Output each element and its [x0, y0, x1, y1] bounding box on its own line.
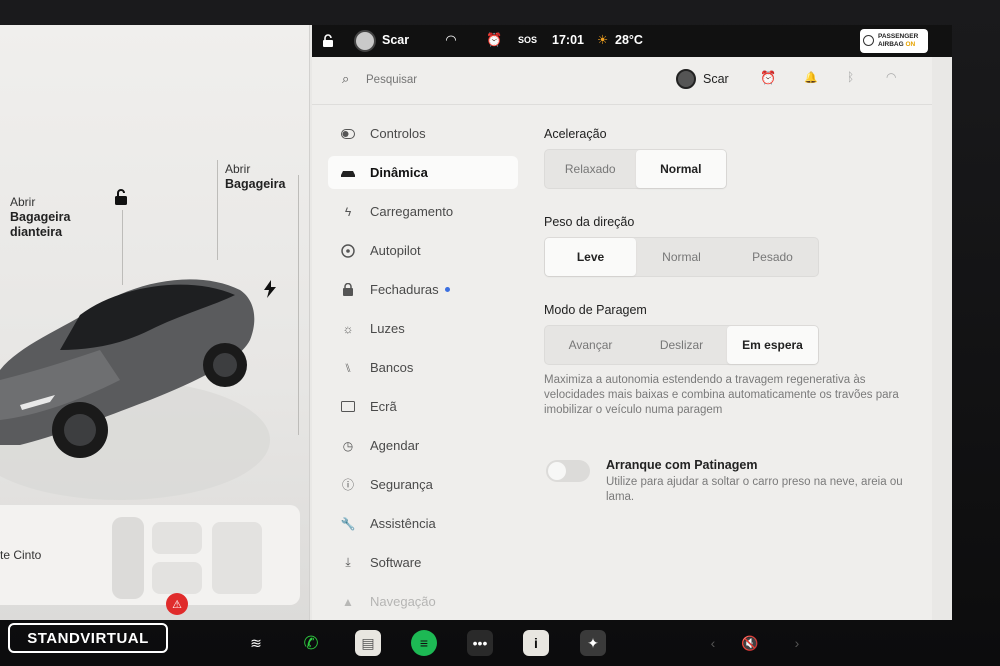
shield-icon: ⓘ: [341, 478, 354, 492]
dynamics-settings: Aceleração Relaxado Normal Peso da direç…: [544, 127, 929, 518]
slip-start-title: Arranque com Patinagem: [606, 458, 758, 472]
wifi-icon: ◠: [446, 32, 456, 47]
notification-dot: [444, 287, 450, 292]
seat-icon: ⑊: [344, 360, 352, 375]
passenger-airbag-indicator: PASSENGER AIRBAG ON: [860, 29, 928, 53]
bell-icon[interactable]: 🔔: [804, 71, 818, 84]
rear-trunk-pointer: [217, 160, 218, 260]
steering-option-leve[interactable]: Leve: [545, 238, 636, 276]
mute-icon[interactable]: 🔇: [737, 630, 763, 656]
search-input[interactable]: [366, 69, 566, 91]
acceleration-selector: Relaxado Normal: [544, 149, 727, 189]
status-bar: Scar ◠ ⏰ SOS 17:01 ☀ 28°C PASSENGER AIRB…: [312, 25, 952, 57]
header-wifi-icon[interactable]: ◠: [886, 70, 896, 84]
menu-item-assistencia[interactable]: 🔧 Assistência: [328, 507, 518, 540]
seatbelt-warning-icon: ⚠: [166, 593, 188, 615]
rear-trunk-label[interactable]: Abrir Bagageira: [225, 162, 285, 192]
menu-item-agendar[interactable]: ◷ Agendar: [328, 429, 518, 462]
steering-option-normal[interactable]: Normal: [636, 238, 727, 276]
menu-item-carregamento[interactable]: ϟ Carregamento: [328, 195, 518, 228]
alarm-icon[interactable]: ⏰: [486, 32, 502, 48]
menu-item-luzes[interactable]: ☼ Luzes: [328, 312, 518, 345]
steering-wheel-icon: [340, 243, 356, 259]
light-icon: ☼: [342, 321, 354, 336]
sun-icon: ☀: [597, 33, 609, 47]
header-alarm-icon[interactable]: ⏰: [760, 70, 776, 86]
car-model-image: [0, 279, 270, 500]
display-icon: [340, 399, 356, 415]
clock-icon: ◷: [342, 438, 354, 453]
wrench-icon: 🔧: [340, 516, 356, 531]
phone-icon[interactable]: ✆: [298, 630, 324, 656]
menu-item-controlos[interactable]: Controlos: [328, 117, 518, 150]
front-trunk-label[interactable]: Abrir Bagageira dianteira: [10, 195, 70, 240]
volume-prev-icon[interactable]: ‹: [700, 630, 726, 656]
rear-defrost-icon[interactable]: ≋: [243, 630, 269, 656]
menu-item-fechaduras[interactable]: Fechaduras: [328, 273, 518, 306]
stopping-option-deslizar[interactable]: Deslizar: [636, 326, 727, 364]
settings-header: ⌕ Scar ⏰ 🔔 ᛒ ◠: [312, 57, 932, 105]
toybox-icon[interactable]: ✦: [580, 630, 606, 656]
spotify-icon[interactable]: ≡: [411, 630, 437, 656]
menu-item-bancos[interactable]: ⑊ Bancos: [328, 351, 518, 384]
menu-item-ecra[interactable]: Ecrã: [328, 390, 518, 423]
clock-time: 17:01: [552, 33, 584, 47]
standvirtual-watermark: STANDVIRTUAL: [8, 623, 168, 653]
notepad-icon[interactable]: ▤: [355, 630, 381, 656]
avatar[interactable]: [354, 30, 376, 52]
seat-occupancy-panel: te Cinto ⚠: [0, 505, 300, 615]
menu-item-software[interactable]: ⤓ Software: [328, 546, 518, 579]
volume-next-icon[interactable]: ›: [784, 630, 810, 656]
lock-icon: [340, 282, 356, 298]
slip-start-description: Utilize para ajudar a soltar o carro pre…: [606, 476, 903, 503]
steering-option-pesado[interactable]: Pesado: [727, 238, 818, 276]
header-avatar[interactable]: [676, 69, 696, 89]
airbag-icon: [863, 35, 874, 46]
sos-badge[interactable]: SOS: [518, 35, 537, 45]
menu-item-autopilot[interactable]: Autopilot: [328, 234, 518, 267]
download-icon: ⤓: [345, 555, 351, 569]
unlock-icon[interactable]: [113, 188, 129, 206]
car-icon: [340, 165, 356, 181]
header-profile-name[interactable]: Scar: [703, 72, 729, 86]
toggle-icon: [340, 126, 356, 142]
stopping-mode-selector: Avançar Deslizar Em espera: [544, 325, 819, 365]
search-icon[interactable]: ⌕: [342, 71, 349, 87]
stopping-option-em-espera[interactable]: Em espera: [727, 326, 818, 364]
unlock-status-icon[interactable]: [322, 34, 334, 48]
stopping-mode-title: Modo de Paragem: [544, 303, 647, 317]
bluetooth-icon[interactable]: ᛒ: [847, 70, 854, 84]
stopping-mode-description: Maximiza a autonomia estendendo a travag…: [544, 374, 899, 416]
charge-port-pointer: [298, 175, 299, 435]
slip-start-row: Arranque com Patinagem Utilize para ajud…: [544, 458, 929, 518]
seat-layout-diagram: [112, 517, 262, 599]
menu-item-dinamica[interactable]: Dinâmica: [328, 156, 518, 189]
acceleration-title: Aceleração: [544, 127, 607, 141]
bolt-icon: ϟ: [344, 204, 352, 219]
menu-item-navegacao[interactable]: ▲ Navegação: [328, 585, 518, 618]
car-visualization-pane: Abrir Bagageira dianteira Abrir Bagageir…: [0, 25, 310, 620]
settings-menu: Controlos Dinâmica ϟ Carregamento Autopil…: [328, 117, 518, 620]
device-frame: Abrir Bagageira dianteira Abrir Bagageir…: [0, 0, 1000, 666]
profile-name[interactable]: Scar: [382, 33, 409, 47]
steering-selector: Leve Normal Pesado: [544, 237, 819, 277]
menu-item-seguranca[interactable]: ⓘ Segurança: [328, 468, 518, 501]
touchscreen: Abrir Bagageira dianteira Abrir Bagageir…: [0, 25, 952, 620]
stopping-option-avancar[interactable]: Avançar: [545, 326, 636, 364]
more-apps-icon[interactable]: •••: [467, 630, 493, 656]
outside-temperature: 28°C: [615, 33, 643, 47]
seatbelt-label: te Cinto: [0, 548, 42, 562]
settings-panel: ⌕ Scar ⏰ 🔔 ᛒ ◠ Controlos Dinâmica ϟCarre…: [312, 57, 932, 620]
toggle-knob: [548, 462, 566, 480]
navigation-icon: ▲: [342, 594, 354, 609]
slip-start-toggle[interactable]: [546, 460, 590, 482]
steering-title: Peso da direção: [544, 215, 635, 229]
acceleration-option-normal[interactable]: Normal: [635, 150, 726, 188]
manual-icon[interactable]: i: [523, 630, 549, 656]
acceleration-option-relaxado[interactable]: Relaxado: [545, 150, 636, 188]
